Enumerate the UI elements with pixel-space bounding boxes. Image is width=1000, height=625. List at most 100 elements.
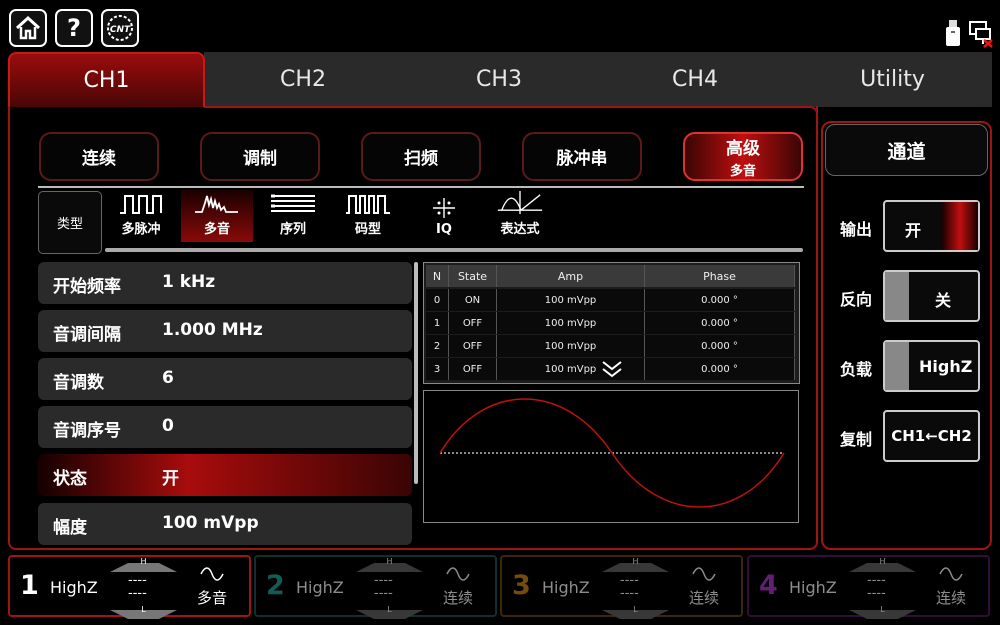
side-title-text: 通道	[887, 140, 926, 163]
table-cell: 0	[426, 289, 449, 311]
table-cell: ON	[449, 289, 497, 311]
low-label: L	[633, 605, 638, 614]
waveform-plot	[439, 398, 785, 508]
tab-utility[interactable]: Utility	[793, 52, 992, 107]
output-toggle[interactable]: 开	[883, 200, 980, 252]
pattern-icon	[346, 195, 390, 214]
channel-impedance: HighZ	[50, 578, 98, 597]
toggle-off-indicator	[885, 342, 909, 390]
mode-label: 脉冲串	[556, 149, 608, 169]
table-cell: 0.000 °	[645, 358, 795, 380]
low-label: L	[880, 605, 885, 614]
channel-tabs: CH1 CH2 CH3 CH4 Utility	[8, 52, 992, 108]
multipulse-icon	[120, 195, 162, 214]
type-iq[interactable]: IQ	[408, 190, 480, 242]
channel-status-ch3[interactable]: 3 HighZ H ---- ---- L 连续	[500, 555, 743, 619]
toggle-on-indicator	[942, 202, 978, 250]
mode-continuous-button[interactable]: 连续	[39, 132, 159, 181]
channel-number: 4	[759, 570, 778, 601]
mode-sweep-button[interactable]: 扫频	[361, 132, 481, 181]
channel-low-level: ----	[374, 586, 393, 601]
sine-icon	[446, 567, 470, 581]
type-multipulse[interactable]: 多脉冲	[105, 190, 177, 242]
type-expression[interactable]: 表达式	[484, 190, 556, 242]
output-value: 开	[905, 221, 922, 240]
tab-label: Utility	[860, 67, 925, 92]
mode-modulation-button[interactable]: 调制	[200, 132, 320, 181]
type-scrollbar[interactable]	[105, 248, 803, 252]
table-cell: 1	[426, 312, 449, 334]
sequence-icon	[271, 194, 315, 212]
tab-label: CH1	[83, 68, 130, 93]
param-value: 0	[162, 416, 174, 436]
invert-toggle[interactable]: 关	[883, 270, 980, 322]
type-pattern[interactable]: 码型	[332, 190, 404, 242]
tab-ch1[interactable]: CH1	[8, 52, 205, 107]
tab-label: CH3	[476, 67, 522, 92]
channel-status-ch1[interactable]: 1 HighZ H ---- ---- L 多音	[8, 555, 251, 619]
param-state[interactable]: 状态 开	[38, 454, 412, 496]
channel-number: 1	[20, 570, 39, 601]
type-sequence[interactable]: 序列	[257, 190, 329, 242]
type-label-text: 多音	[203, 222, 230, 237]
divider	[38, 186, 804, 188]
channel-high-level: ----	[128, 573, 147, 588]
copy-value: CH1←CH2	[891, 427, 972, 445]
channel-number: 2	[266, 570, 285, 601]
channel-status-ch2[interactable]: 2 HighZ H ---- ---- L 连续	[254, 555, 497, 619]
param-value: 1 kHz	[162, 272, 216, 292]
mode-label: 扫频	[404, 149, 438, 169]
table-cell: 2	[426, 335, 449, 357]
table-header: State	[449, 265, 497, 287]
scroll-down-icon[interactable]	[601, 360, 623, 378]
copy-button[interactable]: CH1←CH2	[883, 410, 980, 462]
channel-mode: 连续	[442, 589, 473, 607]
level-indicator: L	[110, 605, 177, 625]
tab-ch2[interactable]: CH2	[205, 52, 401, 107]
table-cell: OFF	[449, 312, 497, 334]
param-amplitude[interactable]: 幅度 100 mVpp	[38, 503, 412, 545]
type-multitone[interactable]: 多音	[181, 190, 253, 242]
channel-status-ch4[interactable]: 4 HighZ H ---- ---- L 连续	[747, 555, 990, 619]
tab-ch3[interactable]: CH3	[401, 52, 597, 107]
mode-label: 连续	[82, 149, 116, 169]
tab-label: CH2	[280, 67, 326, 92]
logo-icon: CNT	[107, 15, 133, 41]
high-label: H	[632, 557, 639, 566]
network-disconnected-icon	[969, 21, 993, 48]
help-button[interactable]: ?	[55, 9, 93, 47]
param-tone-count[interactable]: 音调数 6	[38, 358, 412, 400]
mode-advanced-button[interactable]: 高级 多音	[683, 132, 803, 181]
sine-icon	[939, 567, 963, 581]
param-start-frequency[interactable]: 开始频率 1 kHz	[38, 262, 412, 304]
param-tone-spacing[interactable]: 音调间隔 1.000 MHz	[38, 310, 412, 352]
side-title: 通道	[825, 124, 988, 176]
table-header: N	[426, 265, 449, 287]
mode-burst-button[interactable]: 脉冲串	[522, 132, 642, 181]
home-button[interactable]	[9, 9, 47, 47]
channel-low-level: ----	[128, 586, 147, 601]
mode-label: 高级	[726, 139, 760, 159]
tab-ch4[interactable]: CH4	[597, 52, 793, 107]
table-cell: 100 mVpp	[497, 335, 645, 357]
level-indicator: L	[602, 605, 669, 625]
param-label: 音调数	[53, 373, 104, 393]
param-label: 音调序号	[53, 421, 121, 441]
param-value: 100 mVpp	[162, 513, 259, 533]
channel-impedance: HighZ	[789, 578, 837, 597]
channel-number: 3	[512, 570, 531, 601]
type-label-text: 类型	[56, 217, 83, 232]
param-label: 开始频率	[53, 277, 121, 297]
logo-button[interactable]: CNT	[101, 9, 139, 47]
tab-label: CH4	[672, 67, 718, 92]
expression-icon	[497, 190, 543, 215]
load-toggle[interactable]: HighZ	[883, 340, 980, 392]
low-label: L	[141, 605, 146, 614]
copy-label: 复制	[840, 430, 873, 449]
param-scrollbar[interactable]	[414, 262, 418, 484]
svg-text:CNT: CNT	[110, 25, 131, 35]
home-icon	[15, 15, 41, 40]
sine-icon	[200, 567, 224, 581]
param-tone-index[interactable]: 音调序号 0	[38, 406, 412, 448]
table-cell: 100 mVpp	[497, 312, 645, 334]
